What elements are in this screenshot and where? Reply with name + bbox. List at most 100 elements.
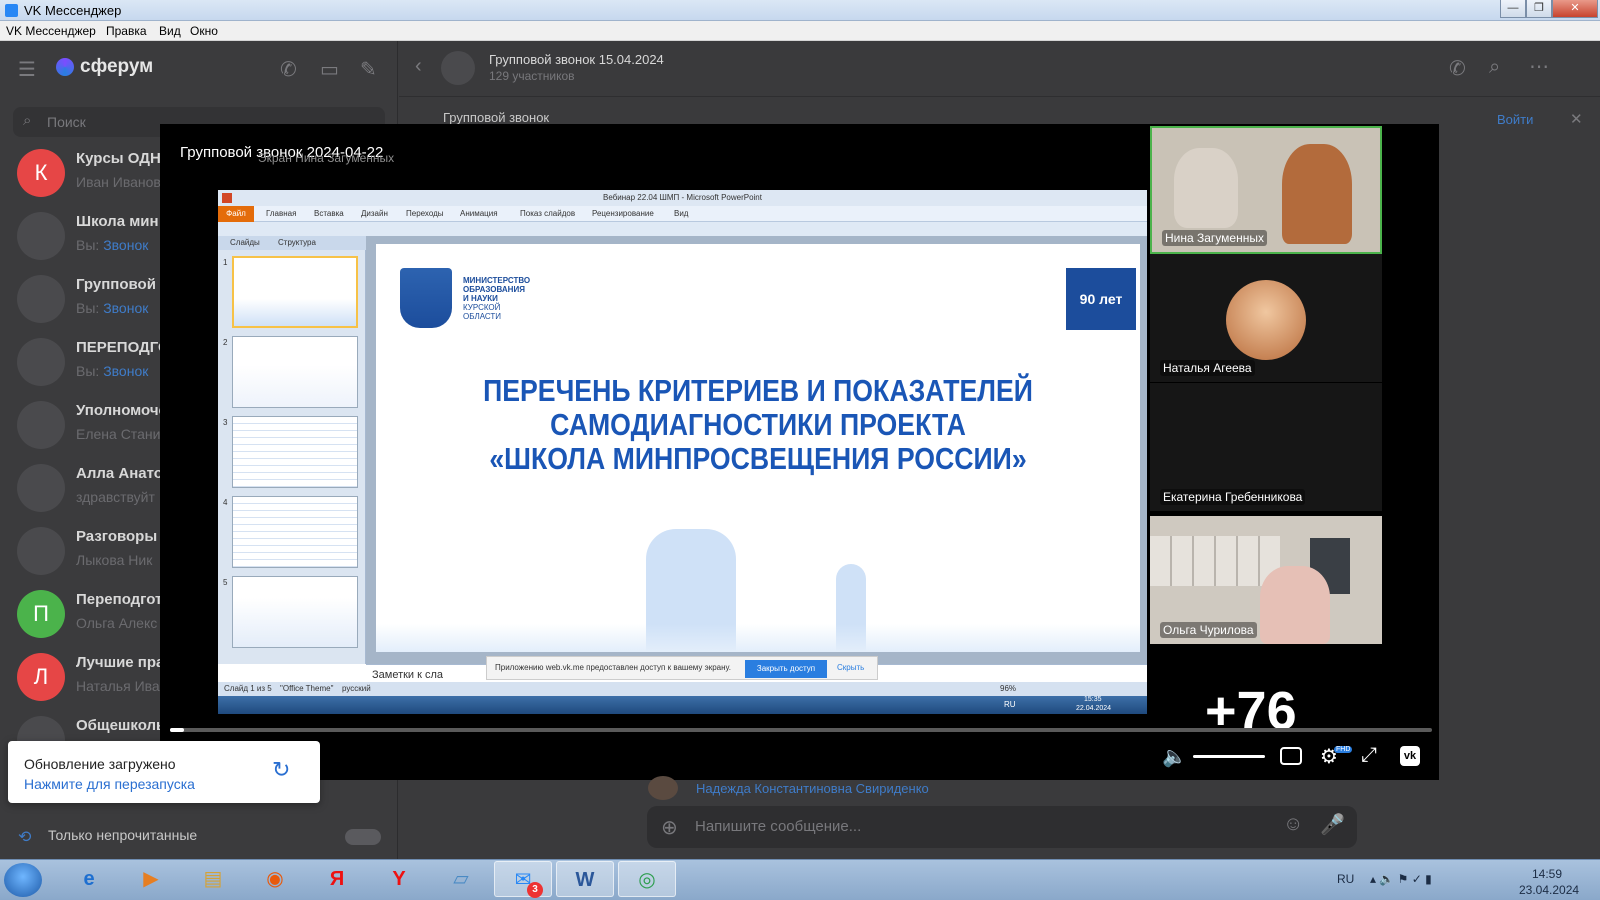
participant-name: Екатерина Гребенникова <box>1160 489 1306 505</box>
pp-file-tab: Файл <box>218 206 254 222</box>
menu-view[interactable]: Вид <box>159 24 181 38</box>
chat-avatar: П <box>17 590 65 638</box>
refresh-icon[interactable]: ↻ <box>272 757 290 783</box>
call-avatar-icon <box>17 338 65 386</box>
pp-tab: Дизайн <box>361 209 388 218</box>
brand-name: сферум <box>80 56 154 77</box>
start-button[interactable] <box>4 863 42 897</box>
new-call-icon[interactable]: ✆ <box>280 57 297 82</box>
folder-icon[interactable]: ▤ <box>184 861 242 897</box>
shared-screen[interactable]: Вебинар 22.04 ШМП - Microsoft PowerPoint… <box>218 190 1147 714</box>
thumb-number: 2 <box>223 338 228 347</box>
stop-sharing-button[interactable]: Закрыть доступ <box>745 660 827 678</box>
remote-tray-lang: RU <box>1004 700 1016 709</box>
chrome-icon[interactable]: ◎ <box>618 861 676 897</box>
pp-panel-tabs: Слайды Структура <box>218 236 366 250</box>
yabrowser-icon[interactable]: Y <box>370 861 428 897</box>
chat-search-icon[interactable]: ⌕ <box>1489 56 1500 79</box>
hide-share-bar-button[interactable]: Скрыть <box>837 663 864 672</box>
chat-name: Переподгот <box>76 591 163 608</box>
participant-video <box>1282 144 1352 244</box>
message-input[interactable]: Напишите сообщение... <box>695 818 861 835</box>
vk-app-icon <box>5 4 18 17</box>
thumb-number: 4 <box>223 498 228 507</box>
chat-name: Общешколь <box>76 717 166 734</box>
pp-quick-access <box>218 222 1147 236</box>
menu-app[interactable]: VK Мессенджер <box>6 24 96 38</box>
join-call-button[interactable]: Войти <box>1497 112 1533 127</box>
unread-only-toggle[interactable] <box>345 829 381 845</box>
pp-panel-tab: Слайды <box>230 238 260 247</box>
ie-icon[interactable]: e <box>60 861 118 897</box>
pinned-call-label: Групповой звонок <box>443 110 550 125</box>
firefox-icon[interactable]: ◉ <box>246 861 304 897</box>
chat-name: Курсы ОДНК <box>76 150 170 167</box>
restore-button[interactable]: ❐ <box>1526 0 1552 18</box>
more-participants-count[interactable]: +76 <box>1205 680 1297 742</box>
window-titlebar: VK Мессенджер — ❐ ✕ <box>0 0 1600 21</box>
hamburger-icon[interactable]: ☰ <box>18 57 36 82</box>
clock-date[interactable]: 23.04.2024 <box>1519 883 1579 897</box>
thumb-number: 1 <box>223 258 228 267</box>
tray-icons[interactable]: ▴ 🔈 ⚑ ✓ ▮ <box>1370 872 1432 886</box>
notepad-icon[interactable]: ▱ <box>432 861 490 897</box>
participant-tile[interactable]: Наталья Агеева <box>1150 254 1382 382</box>
clock-time[interactable]: 14:59 <box>1532 867 1562 881</box>
participant-name: Ольга Чурилова <box>1160 622 1257 638</box>
call-avatar-icon <box>17 212 65 260</box>
word-icon[interactable]: W <box>556 861 614 897</box>
chat-title[interactable]: Групповой звонок 15.04.2024 <box>489 52 664 67</box>
search-input[interactable]: Поиск <box>47 114 86 130</box>
subtitles-icon[interactable] <box>1280 747 1302 765</box>
participant-video <box>1174 148 1238 228</box>
tray-language[interactable]: RU <box>1337 872 1354 886</box>
volume-icon[interactable]: 🔈 <box>1162 744 1187 769</box>
archive-icon[interactable]: ▭ <box>320 57 339 82</box>
chat-preview: Наталья Ива <box>76 678 160 694</box>
chat-name: ПЕРЕПОДГО <box>76 339 170 356</box>
yandex-icon[interactable]: Я <box>308 861 366 897</box>
fullscreen-icon[interactable]: ⤢ <box>1361 744 1377 767</box>
chat-preview: здравствуйт <box>76 489 155 505</box>
pp-status-theme: "Office Theme" <box>280 684 334 693</box>
vk-logo-icon[interactable]: vk <box>1400 746 1420 766</box>
phone-icon[interactable]: ✆ <box>1449 56 1466 81</box>
back-icon[interactable]: ‹ <box>415 55 422 78</box>
volume-slider[interactable] <box>1193 755 1265 758</box>
thumb-number: 5 <box>223 578 228 587</box>
toast-title: Обновление загружено <box>24 756 176 772</box>
chat-preview: Вы: Звонок <box>76 300 149 316</box>
compose-icon[interactable]: ✎ <box>360 57 377 82</box>
attach-icon[interactable]: ⊕ <box>661 815 678 840</box>
restart-link[interactable]: Нажмите для перезапуска <box>24 776 195 792</box>
microphone-icon[interactable]: 🎤 <box>1320 812 1345 837</box>
close-pinned-icon[interactable]: ✕ <box>1570 110 1583 128</box>
vk-messenger-icon[interactable]: ✉ 3 <box>494 861 552 898</box>
slide-thumbnail <box>232 496 358 568</box>
emoji-icon[interactable]: ☺ <box>1283 813 1303 836</box>
call-progress-bar[interactable] <box>170 728 1432 732</box>
more-icon[interactable]: ⋯ <box>1529 54 1549 79</box>
participant-tile[interactable]: Нина Загуменных <box>1150 126 1382 254</box>
minimize-button[interactable]: — <box>1500 0 1526 18</box>
message-composer[interactable]: ⊕ Напишите сообщение... <box>647 806 1357 848</box>
pp-slides-panel: Слайды Структура 1 2 3 4 5 <box>218 236 366 664</box>
kursk-coat-of-arms-icon <box>400 268 452 328</box>
thumb-number: 3 <box>223 418 228 427</box>
sferum-logo-icon <box>56 58 74 76</box>
last-sender-name[interactable]: Надежда Константиновна Свириденко <box>696 781 929 796</box>
media-icon[interactable]: ▶ <box>122 861 180 897</box>
menu-window[interactable]: Окно <box>190 24 218 38</box>
close-button[interactable]: ✕ <box>1552 0 1598 18</box>
chat-avatar <box>441 51 475 85</box>
participant-tile[interactable]: Екатерина Гребенникова <box>1150 383 1382 511</box>
pp-notes-text: Заметки к сла <box>372 669 444 681</box>
background-cabinet <box>1150 536 1280 586</box>
pp-tab: Вид <box>674 209 689 218</box>
update-toast[interactable]: Обновление загружено Нажмите для перезап… <box>8 741 320 803</box>
participant-tile[interactable]: Ольга Чурилова <box>1150 516 1382 644</box>
chat-name: Лучшие пра <box>76 654 165 671</box>
menu-edit[interactable]: Правка <box>106 24 147 38</box>
call-avatar-icon <box>17 464 65 512</box>
chat-preview: Вы: Звонок <box>76 237 149 253</box>
